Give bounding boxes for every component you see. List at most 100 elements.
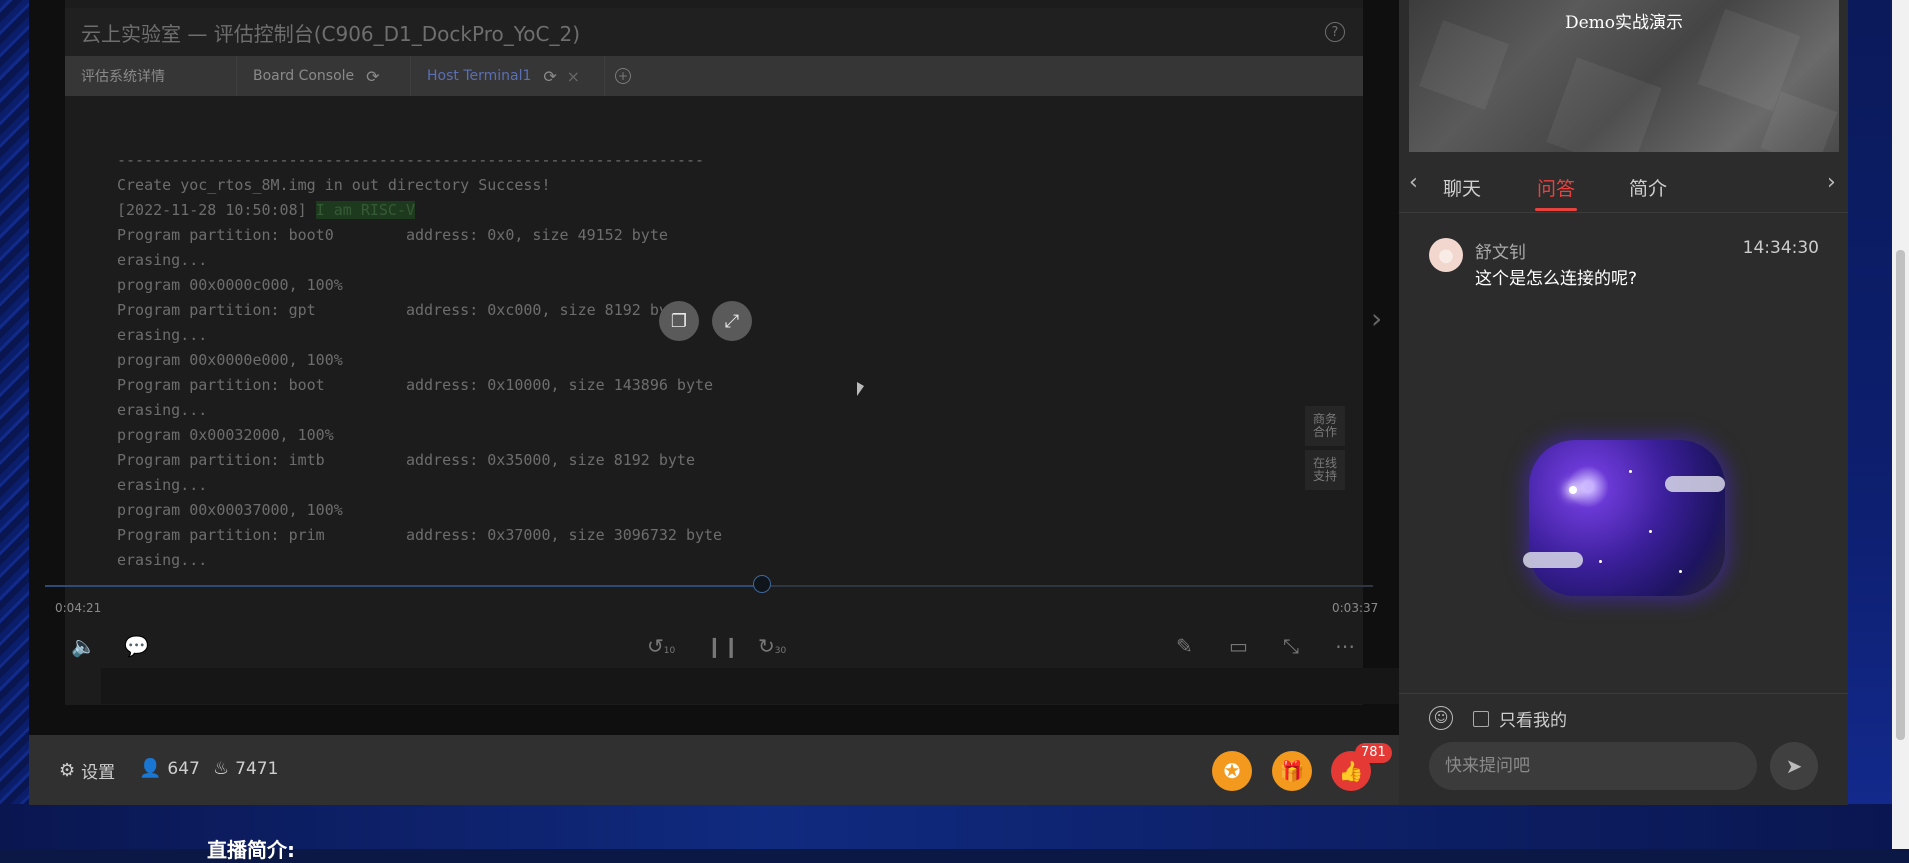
volume-icon[interactable]: 🔈 [71,634,96,658]
exit-fullscreen-icon[interactable]: ⤡ [1283,634,1299,658]
user-avatar-icon: ● [1438,244,1454,266]
terminal-line: Program partition: boot address: 0x10000… [117,376,714,394]
terminal-line: erasing... [117,551,208,569]
empty-state-galaxy-illustration [1523,440,1725,596]
copy-button[interactable]: ❐ [659,301,699,341]
close-icon: × [566,66,580,86]
video-player[interactable]: 云上实验室 — 评估控制台(C906_D1_DockPro_YoC_2) ? 评… [29,0,1399,735]
avatar: ● [1429,238,1463,272]
only-mine-checkbox[interactable]: 只看我的 [1473,706,1567,731]
console-tab-label: 评估系统详情 [81,69,165,85]
refresh-icon: ⟳ [543,66,557,86]
console-tab-eval-details: 评估系统详情 [65,56,237,96]
gift-button[interactable]: 🎁 [1272,751,1312,791]
qa-question-text: 这个是怎么连接的呢? [1475,269,1638,289]
chevron-right-icon: › [1371,302,1383,335]
progress-bar[interactable] [45,575,1373,593]
interaction-panel: Demo实战演示 ‹ 聊天 问答 简介 › ● 舒文钊 14:34:30 这个是… [1399,0,1848,805]
thumbs-up-icon: 👍 [1338,759,1364,783]
chevron-right-icon[interactable]: › [1827,170,1836,195]
console-tab-bar: 评估系统详情 Board Console ⟳ Host Terminal1 ⟳ … [65,56,1363,96]
scrollbar-thumb[interactable] [1896,250,1905,740]
terminal-line: program 00x00037000, 100% [117,501,343,519]
add-tab-icon: + [615,68,631,84]
terminal-line: program 00x0000c000, 100% [117,276,343,294]
terminal-line: Program partition: prim address: 0x37000… [117,526,723,544]
pause-button[interactable]: ❙❙ [706,634,740,658]
fullscreen-overlay-button[interactable]: ⤢ [712,301,752,341]
flame-icon: ♨ [213,758,230,779]
viewer-count: 👤 647 [139,758,200,779]
more-options-icon[interactable]: ⋯ [1335,634,1355,658]
copy-icon: ❐ [670,310,688,332]
console-tab-board-console: Board Console ⟳ [237,56,411,96]
viewer-count-value: 647 [167,758,200,779]
picture-in-picture-icon[interactable]: ▭ [1229,634,1248,658]
settings-button[interactable]: ⚙ 设置 [59,758,115,783]
chevron-left-icon[interactable]: ‹ [1409,170,1418,195]
gear-icon: ⚙ [59,760,76,781]
terminal-line-timestamp: [2022-11-28 10:50:08] I am RISC-V [117,198,1267,223]
terminal-line: erasing... [117,476,208,494]
qa-username: 舒文钊 [1475,243,1526,263]
demo-banner: Demo实战演示 [1409,0,1839,152]
active-tab-indicator [1535,208,1577,211]
panel-divider [1399,693,1848,694]
timestamp-text: [2022-11-28 10:50:08] [117,201,316,219]
side-tag-label: 在线 支持 [1312,456,1337,483]
terminal-line: Create yoc_rtos_8M.img in out directory … [117,176,551,194]
video-frame: 云上实验室 — 评估控制台(C906_D1_DockPro_YoC_2) ? 评… [65,0,1399,705]
rewind-10-button[interactable]: ↺10 [647,634,675,658]
console-title: 云上实验室 — 评估控制台(C906_D1_DockPro_YoC_2) [81,21,581,46]
console-footer-bar [101,668,1399,704]
tab-intro[interactable]: 简介 [1629,174,1667,201]
question-input[interactable] [1429,742,1757,790]
side-tag-label: 商务 合作 [1312,412,1337,439]
banner-title: Demo实战演示 [1564,13,1684,33]
online-support-tag[interactable]: 在线 支持 [1305,450,1345,490]
gift-icon: 🎁 [1279,759,1305,783]
like-count-badge: 781 [1355,743,1392,763]
mouse-cursor-icon [857,382,864,396]
emoji-icon[interactable]: ☺ [1429,706,1453,730]
live-stats-bar: ⚙ 设置 👤 647 ♨ 7471 ✪ 🎁 👍 781 [29,735,1399,805]
lottery-button[interactable]: ✪ [1212,751,1252,791]
next-slide-arrow[interactable]: › [1371,302,1382,335]
panel-tab-bar: ‹ 聊天 问答 简介 › [1399,160,1848,213]
background-pattern-left [0,0,30,849]
send-button[interactable]: ➤ [1770,742,1818,790]
business-cooperation-tag[interactable]: 商务 合作 [1305,406,1345,446]
forward-30-button[interactable]: ↻30 [758,634,786,658]
page-scrollbar[interactable] [1892,0,1909,849]
terminal-line: Program partition: boot0 address: 0x0, s… [117,226,668,244]
terminal-line: program 00x0000e000, 100% [117,351,343,369]
remaining-time: 0:03:37 [1332,601,1379,615]
user-icon: 👤 [139,758,162,779]
heat-count-value: 7471 [235,758,279,779]
settings-label: 设置 [81,763,116,783]
terminal-line: Program partition: imtb address: 0x35000… [117,451,695,469]
tab-qa[interactable]: 问答 [1537,174,1575,201]
console-title-bar: 云上实验室 — 评估控制台(C906_D1_DockPro_YoC_2) ? [65,8,1363,56]
console-tab-label: Board Console [253,68,355,84]
compass-icon: ✪ [1223,759,1241,783]
heat-count: ♨ 7471 [213,758,278,779]
qa-message: ● 舒文钊 14:34:30 这个是怎么连接的呢? [1429,238,1819,298]
only-mine-label: 只看我的 [1499,711,1567,731]
progress-handle[interactable] [753,575,772,593]
expand-icon: ⤢ [724,310,740,332]
tab-chat[interactable]: 聊天 [1443,174,1481,201]
progress-fill [45,585,763,587]
terminal-line: ----------------------------------------… [117,151,704,169]
highlighted-text: I am RISC-V [315,201,416,219]
console-tab-host-terminal: Host Terminal1 ⟳ × [411,56,605,96]
elapsed-time: 0:04:21 [55,601,102,615]
terminal-line: erasing... [117,251,208,269]
qa-timestamp: 14:34:30 [1742,238,1819,258]
terminal-output: ----------------------------------------… [117,148,1267,573]
subtitle-icon[interactable]: 💬 [124,634,149,658]
pen-icon[interactable]: ✎ [1176,634,1193,658]
checkbox-box[interactable] [1473,710,1489,727]
console-tab-label: Host Terminal1 [427,68,532,84]
rewind-label: 10 [663,646,676,656]
